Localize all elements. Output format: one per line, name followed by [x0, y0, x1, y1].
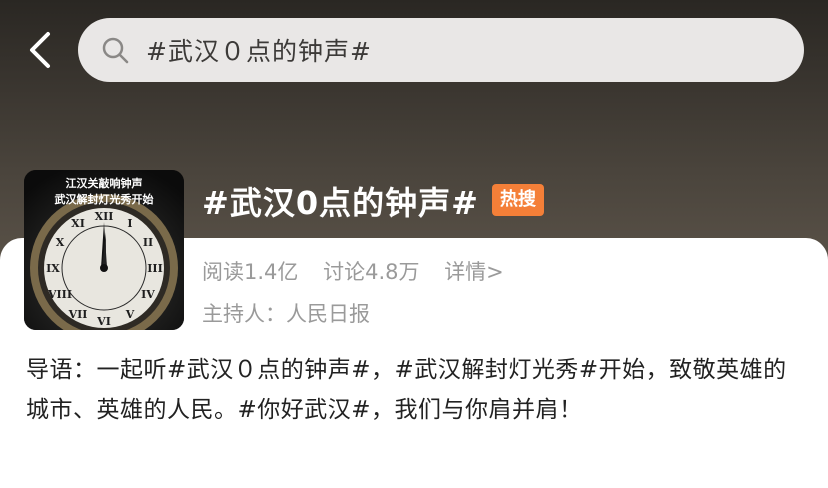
svg-text:XII: XII	[95, 210, 114, 223]
search-query-text: #武汉０点的钟声#	[146, 37, 372, 66]
topic-intro: 导语：一起听#武汉０点的钟声#，#武汉解封灯光秀#开始，致敬英雄的城市、英雄的人…	[26, 357, 787, 423]
svg-text:III: III	[147, 262, 162, 275]
topic-page: #武汉０点的钟声# XII I II III IV V VI VII VIII …	[0, 0, 828, 488]
svg-text:VIII: VIII	[47, 288, 72, 301]
svg-text:VI: VI	[96, 315, 111, 328]
details-link[interactable]: 详情>	[444, 260, 504, 284]
thumbnail-caption-line1: 江汉关敲响钟声	[65, 177, 143, 190]
svg-text:XI: XI	[71, 217, 85, 230]
svg-text:V: V	[125, 308, 135, 321]
discussion-count: 讨论4.8万	[323, 260, 420, 284]
thumbnail-caption-line2: 武汉解封灯光秀开始	[54, 193, 154, 206]
thumbnail-caption: 江汉关敲响钟声 武汉解封灯光秀开始	[24, 176, 184, 208]
svg-text:X: X	[56, 236, 65, 249]
topic-stats: 阅读1.4亿 讨论4.8万 详情>	[202, 256, 522, 286]
read-count: 阅读1.4亿	[202, 260, 299, 284]
back-arrow-icon	[30, 32, 50, 68]
topic-host: 主持人：人民日报	[202, 302, 370, 326]
topic-title: #武汉0点的钟声#	[202, 184, 479, 222]
search-icon	[100, 35, 130, 65]
svg-text:II: II	[143, 236, 153, 249]
topic-thumbnail[interactable]: XII I II III IV V VI VII VIII IX X XI 江汉…	[24, 170, 184, 330]
svg-text:VII: VII	[68, 308, 88, 321]
svg-text:I: I	[127, 217, 132, 230]
svg-text:IX: IX	[46, 262, 60, 275]
back-button[interactable]	[18, 28, 62, 72]
svg-text:IV: IV	[141, 288, 155, 301]
search-input[interactable]: #武汉０点的钟声#	[78, 18, 804, 82]
hot-search-badge: 热搜	[492, 184, 544, 216]
